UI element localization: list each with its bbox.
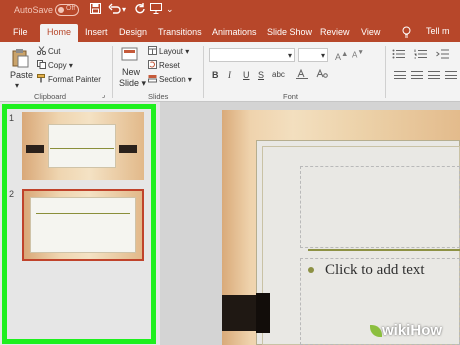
align-center-icon[interactable] [411, 71, 423, 79]
tab-file[interactable]: File [13, 27, 28, 37]
strikethrough-button[interactable]: S [258, 70, 264, 80]
tab-view[interactable]: View [361, 27, 380, 37]
customize-toolbar-icon[interactable]: ⌄ [166, 4, 174, 15]
undo-dropdown-icon[interactable]: ▾ [122, 5, 126, 14]
new-slide-dropdown-icon: ▾ [141, 78, 147, 88]
save-icon[interactable] [90, 3, 101, 17]
title-placeholder[interactable] [300, 166, 460, 248]
char-spacing-icon[interactable] [296, 68, 308, 81]
align-right-icon[interactable] [428, 71, 440, 79]
section-button[interactable]: Section ▾ [148, 74, 192, 84]
autosave-label: AutoSave [14, 5, 54, 15]
section-label: Section [159, 75, 186, 84]
copy-button[interactable]: Copy ▾ [37, 60, 73, 70]
new-slide-button[interactable]: Slide ▾ [119, 78, 146, 89]
layout-button[interactable]: Layout ▾ [148, 46, 189, 56]
tab-design[interactable]: Design [119, 27, 147, 37]
clipboard-group-label: Clipboard [34, 92, 67, 101]
slide-tab-decoration [222, 293, 270, 333]
present-icon[interactable] [150, 3, 162, 17]
body-placeholder-text[interactable]: Click to add text [325, 262, 425, 279]
bullet-icon [308, 267, 314, 273]
cut-button[interactable]: Cut [36, 46, 61, 56]
increase-font-icon[interactable]: A▲ [335, 49, 348, 62]
tell-me-search[interactable]: Tell m [426, 26, 450, 36]
undo-icon[interactable] [108, 3, 121, 17]
clipboard-launcher-icon[interactable]: ⌟ [102, 91, 105, 99]
copy-label: Copy [48, 61, 67, 70]
paste-button[interactable]: Paste [10, 70, 33, 80]
tab-animations[interactable]: Animations [212, 27, 257, 37]
redo-icon[interactable] [134, 3, 145, 17]
watermark-part2: How [410, 322, 443, 339]
shadow-button[interactable]: abc [272, 70, 285, 79]
layout-dropdown-icon: ▾ [185, 47, 190, 56]
toggle-knob [58, 7, 64, 13]
tab-transitions[interactable]: Transitions [158, 27, 202, 37]
decrease-font-icon[interactable]: A▼ [352, 49, 364, 60]
tab-review[interactable]: Review [320, 27, 350, 37]
new-slide-icon[interactable] [121, 47, 139, 65]
justify-icon[interactable] [445, 71, 457, 79]
lightbulb-icon[interactable] [402, 26, 411, 41]
highlight-frame [2, 104, 156, 344]
ribbon-tabs: File Home Insert Design Transitions Anim… [0, 22, 460, 42]
font-dropdown-icon: ▾ [287, 51, 292, 60]
reset-icon [148, 60, 157, 69]
reset-button[interactable]: Reset [148, 60, 180, 70]
tab-slide-show[interactable]: Slide Show [267, 27, 312, 37]
format-painter-button[interactable]: Format Painter [37, 74, 101, 84]
tab-home[interactable]: Home [40, 24, 79, 42]
slides-group-label: Slides [148, 92, 169, 101]
reset-label: Reset [159, 61, 180, 70]
new-slide-line2: Slide [119, 78, 140, 88]
autosave-state: Off [66, 5, 76, 12]
watermark: wikiHow [382, 322, 442, 339]
copy-icon [37, 60, 46, 69]
italic-button[interactable]: I [228, 70, 231, 80]
paste-icon[interactable] [10, 48, 30, 70]
layout-label: Layout [159, 47, 184, 56]
underline-button[interactable]: U [243, 70, 250, 80]
autosave-toggle[interactable]: Off [55, 4, 79, 16]
layout-icon [148, 46, 157, 55]
home-ribbon: Paste ▾ Cut Copy ▾ Format Painter Clipbo… [0, 42, 460, 102]
separator [385, 46, 386, 98]
bullets-icon[interactable] [392, 49, 406, 61]
new-slide-line1[interactable]: New [122, 67, 140, 77]
align-left-icon[interactable] [394, 71, 406, 79]
font-group-label: Font [283, 92, 299, 101]
numbering-icon[interactable] [414, 49, 428, 61]
separator [112, 46, 113, 98]
bold-button[interactable]: B [212, 70, 219, 80]
font-family-dropdown[interactable]: ▾ [209, 48, 295, 62]
paintbrush-icon [37, 74, 46, 83]
copy-dropdown-icon[interactable]: ▾ [69, 61, 73, 70]
title-bar: AutoSave Off ▾ ⌄ [0, 0, 460, 22]
indent-icon[interactable] [436, 49, 450, 61]
cut-label: Cut [48, 47, 61, 56]
change-case-icon[interactable] [316, 68, 328, 81]
paste-dropdown-icon[interactable]: ▾ [15, 81, 19, 90]
font-size-dropdown[interactable]: ▾ [298, 48, 328, 62]
watermark-part1: wiki [382, 322, 411, 339]
section-icon [148, 74, 157, 83]
separator [203, 46, 204, 98]
slide-rule [308, 249, 460, 251]
powerpoint-window: AutoSave Off ▾ ⌄ File Home Insert Design… [0, 0, 460, 345]
section-dropdown-icon: ▾ [187, 75, 192, 84]
format-painter-label: Format Painter [48, 75, 101, 84]
tab-insert[interactable]: Insert [85, 27, 108, 37]
font-size-dropdown-icon: ▾ [320, 51, 325, 60]
scissors-icon [36, 46, 47, 56]
